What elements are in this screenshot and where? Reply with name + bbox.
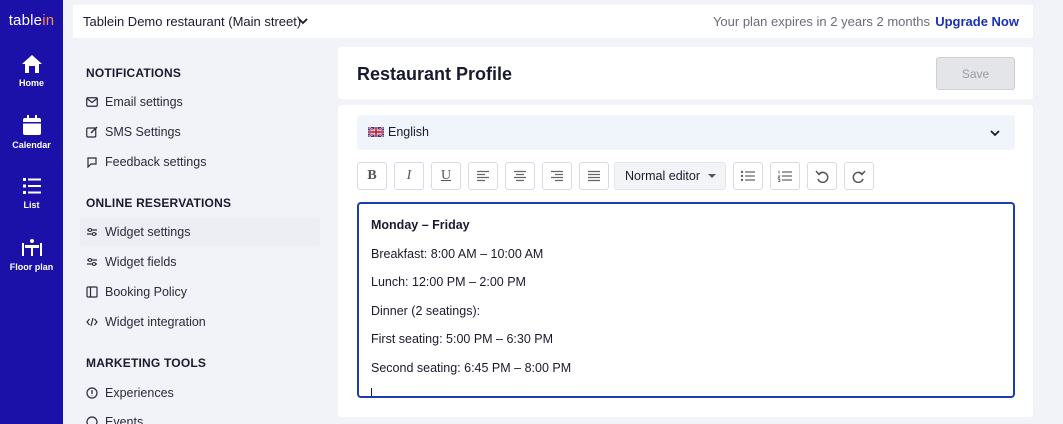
chevron-down-icon[interactable] xyxy=(297,15,309,27)
editor-paragraph: Breakfast: 8:00 AM – 10:00 AM xyxy=(371,247,544,261)
venue-selector[interactable]: Tablein Demo restaurant (Main street) xyxy=(83,14,301,29)
editor-paragraph: First seating: 5:00 PM – 6:30 PM xyxy=(371,332,554,346)
align-left-button[interactable] xyxy=(468,162,498,190)
logo-accent: in xyxy=(42,12,55,29)
settings-menu: NOTIFICATIONS Email settings SMS Setting… xyxy=(73,46,331,424)
align-center-button[interactable] xyxy=(505,162,535,190)
rail-item-floor-plan[interactable]: Floor plan xyxy=(0,238,63,272)
numbered-list-icon xyxy=(777,170,792,182)
bullet-list-button[interactable] xyxy=(733,162,763,190)
menu-item-label: Events xyxy=(105,415,144,424)
undo-icon xyxy=(815,170,829,183)
menu-item-email-settings[interactable]: Email settings xyxy=(80,88,320,116)
rail-label-floor-plan: Floor plan xyxy=(9,262,54,272)
menu-item-label: Booking Policy xyxy=(105,285,187,299)
floor-plan-icon xyxy=(21,239,42,256)
info-circle-icon xyxy=(86,387,98,399)
editor-paragraph: Monday – Friday xyxy=(371,218,470,232)
menu-item-label: Widget fields xyxy=(105,255,177,269)
justify-button[interactable] xyxy=(579,162,609,190)
align-left-icon xyxy=(477,170,489,182)
underline-button[interactable]: U xyxy=(431,162,461,190)
undo-button[interactable] xyxy=(807,162,837,190)
rail-label-home: Home xyxy=(18,78,44,88)
edit-icon xyxy=(86,126,98,138)
calendar-icon xyxy=(22,115,41,135)
redo-icon xyxy=(852,170,866,183)
top-bar: Tablein Demo restaurant (Main street) Yo… xyxy=(73,5,1033,38)
rail-label-list: List xyxy=(23,200,40,210)
bullet-list-icon xyxy=(740,170,755,182)
text-cursor xyxy=(371,388,372,396)
menu-item-widget-integration[interactable]: Widget integration xyxy=(80,308,320,336)
feedback-icon xyxy=(86,156,98,168)
caret-down-icon xyxy=(708,174,717,178)
home-icon xyxy=(21,55,42,73)
rich-text-editor[interactable]: Monday – Friday Breakfast: 8:00 AM – 10:… xyxy=(357,202,1015,398)
menu-item-label: Email settings xyxy=(105,95,183,109)
language-label: English xyxy=(388,125,429,139)
editor-card: English B I U Normal editor Monday – Fri… xyxy=(338,105,1033,417)
sliders-icon xyxy=(86,226,98,238)
menu-item-feedback-settings[interactable]: Feedback settings xyxy=(80,148,320,176)
plan-expiry-notice: Your plan expires in 2 years 2 months xyxy=(712,14,930,29)
align-center-icon xyxy=(514,170,526,182)
editor-paragraph: Second seating: 6:45 PM – 8:00 PM xyxy=(371,361,572,375)
tablein-logo[interactable]: tablein xyxy=(0,12,63,29)
align-right-button[interactable] xyxy=(542,162,572,190)
sliders-icon xyxy=(86,256,98,268)
menu-item-events[interactable]: Events xyxy=(80,408,320,424)
menu-section-notifications: NOTIFICATIONS xyxy=(86,66,182,80)
editor-mode-select[interactable]: Normal editor xyxy=(614,162,726,190)
menu-section-marketing-tools: MARKETING TOOLS xyxy=(86,356,207,370)
rail-label-calendar: Calendar xyxy=(12,140,51,150)
justify-icon xyxy=(588,170,600,182)
menu-item-label: SMS Settings xyxy=(105,125,181,139)
rail-item-list[interactable]: List xyxy=(0,176,63,210)
editor-paragraph: Lunch: 12:00 PM – 2:00 PM xyxy=(371,275,526,289)
bold-button[interactable]: B xyxy=(357,162,387,190)
editor-toolbar: B I U Normal editor xyxy=(357,162,1017,190)
page-title: Restaurant Profile xyxy=(357,64,513,84)
logo-text: table xyxy=(8,12,43,29)
menu-item-label: Widget settings xyxy=(105,225,191,239)
chevron-down-icon xyxy=(990,130,1000,137)
code-icon xyxy=(86,316,98,328)
menu-item-label: Widget integration xyxy=(105,315,206,329)
menu-item-widget-fields[interactable]: Widget fields xyxy=(80,248,320,276)
profile-header: Restaurant Profile Save xyxy=(338,47,1033,99)
rail-item-calendar[interactable]: Calendar xyxy=(0,114,63,150)
app-rail: tablein Home Calendar List Floor plan xyxy=(0,0,63,424)
menu-item-experiences[interactable]: Experiences xyxy=(80,379,320,407)
save-button[interactable]: Save xyxy=(936,57,1015,90)
upgrade-now-link[interactable]: Upgrade Now xyxy=(935,14,1019,29)
book-icon xyxy=(86,286,98,298)
menu-item-widget-settings[interactable]: Widget settings xyxy=(80,218,320,246)
uk-flag-icon xyxy=(368,127,384,137)
rail-item-home[interactable]: Home xyxy=(0,54,63,88)
events-icon xyxy=(86,416,98,424)
align-right-icon xyxy=(551,170,563,182)
numbered-list-button[interactable] xyxy=(770,162,800,190)
list-icon xyxy=(22,178,41,194)
editor-paragraph: Dinner (2 seatings): xyxy=(371,304,481,318)
menu-item-booking-policy[interactable]: Booking Policy xyxy=(80,278,320,306)
editor-mode-label: Normal editor xyxy=(625,169,701,183)
envelope-icon xyxy=(86,96,98,108)
menu-section-online-reservations: ONLINE RESERVATIONS xyxy=(86,196,232,210)
menu-item-sms-settings[interactable]: SMS Settings xyxy=(80,118,320,146)
language-selector[interactable]: English xyxy=(357,115,1015,150)
italic-button[interactable]: I xyxy=(394,162,424,190)
redo-button[interactable] xyxy=(844,162,874,190)
menu-item-label: Feedback settings xyxy=(105,155,207,169)
menu-item-label: Experiences xyxy=(105,386,174,400)
